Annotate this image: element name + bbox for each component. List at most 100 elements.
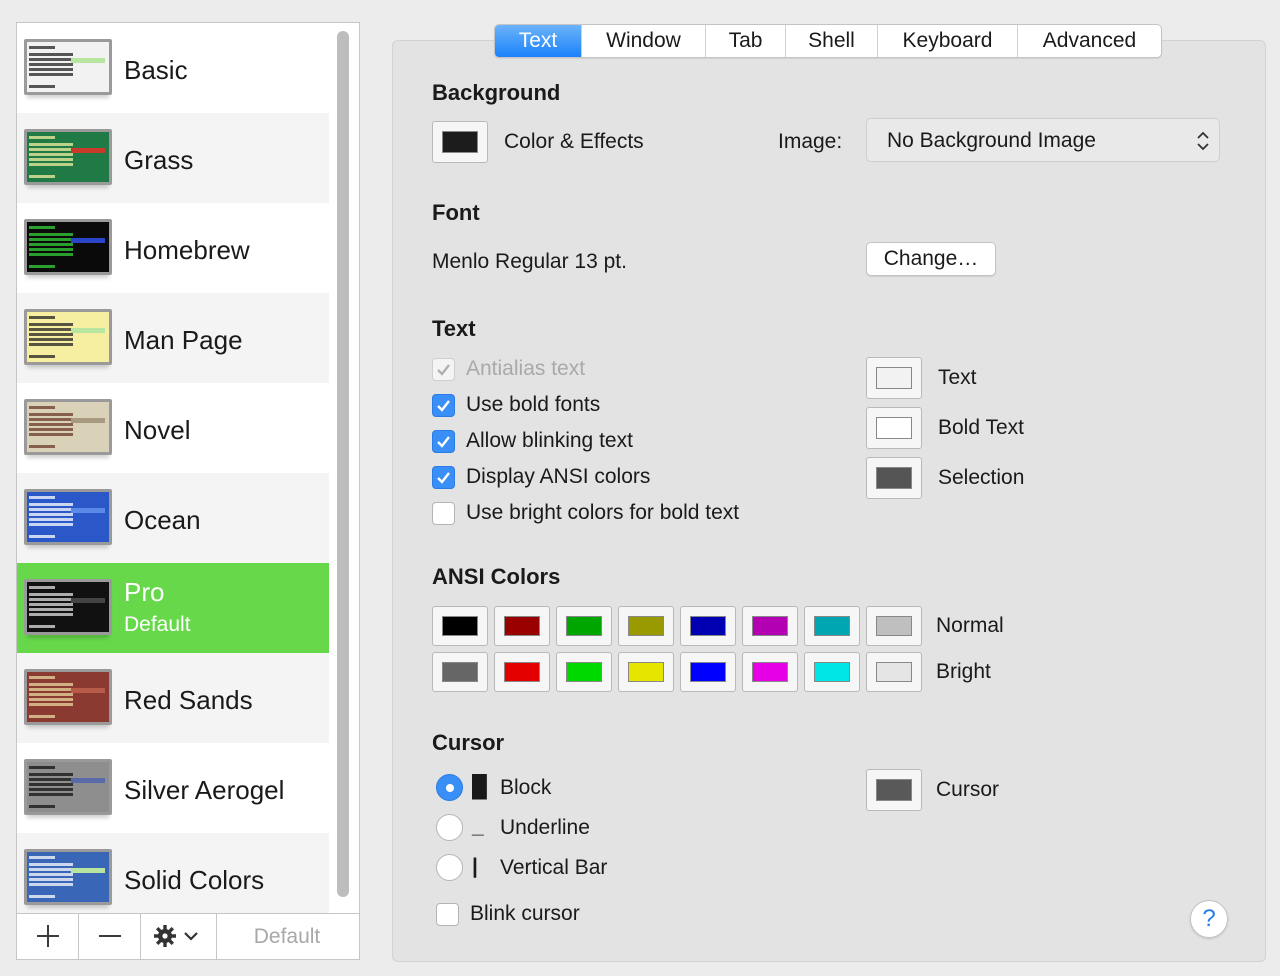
ansi-color-swatch [628, 662, 664, 682]
profile-thumbnail [24, 579, 112, 635]
profile-item[interactable]: Grass [17, 113, 329, 203]
ansi-color-swatch [876, 662, 912, 682]
ansi-bright-color-well[interactable] [618, 652, 674, 692]
ansi-bright-color-well[interactable] [866, 652, 922, 692]
sidebar-toolbar: Default [17, 913, 359, 959]
cursor-glyph-icon: █ [472, 775, 487, 798]
tab-shell[interactable]: Shell [785, 25, 877, 57]
text-option-label: Display ANSI colors [466, 465, 651, 488]
profile-item[interactable]: Man Page [17, 293, 329, 383]
ansi-normal-color-well[interactable] [804, 606, 860, 646]
ansi-color-swatch [566, 662, 602, 682]
blink-cursor-checkbox[interactable] [436, 903, 459, 926]
profile-item[interactable]: Homebrew [17, 203, 329, 293]
ansi-section-title: ANSI Colors [432, 564, 561, 589]
ansi-normal-color-well[interactable] [866, 606, 922, 646]
tab-window[interactable]: Window [581, 25, 705, 57]
add-profile-button[interactable] [17, 914, 79, 959]
scrollbar[interactable] [337, 31, 349, 897]
ansi-color-swatch [628, 616, 664, 636]
profile-sidebar: Basic Grass Homebrew Man Page Novel Ocean Pro D… [16, 22, 360, 960]
cursor-glyph-icon: | [472, 855, 478, 878]
text-color-well[interactable] [866, 457, 922, 499]
set-default-button[interactable]: Default [217, 914, 357, 959]
color-effects-label: Color & Effects [504, 130, 644, 153]
settings-tabs: Text Window Tab Shell Keyboard Advanced [494, 24, 1162, 58]
ansi-normal-color-well[interactable] [742, 606, 798, 646]
profile-item[interactable]: Solid Colors [17, 833, 329, 913]
ansi-normal-color-well[interactable] [618, 606, 674, 646]
text-option-checkbox[interactable] [432, 394, 455, 417]
ansi-bright-color-well[interactable] [804, 652, 860, 692]
ansi-bright-color-well[interactable] [680, 652, 736, 692]
blink-cursor-label: Blink cursor [470, 902, 580, 925]
cursor-style-radio[interactable] [436, 854, 463, 881]
cursor-color-label: Cursor [936, 778, 1000, 801]
ansi-normal-color-well[interactable] [494, 606, 550, 646]
text-section-title: Text [432, 316, 476, 341]
tab-tab[interactable]: Tab [705, 25, 785, 57]
text-option-checkbox[interactable] [432, 466, 455, 489]
profile-name: Novel [124, 415, 191, 445]
text-option-checkbox[interactable] [432, 430, 455, 453]
text-color-well[interactable] [866, 357, 922, 399]
ansi-bright-label: Bright [936, 660, 991, 683]
ansi-color-swatch [752, 616, 788, 636]
change-font-button[interactable]: Change… [866, 242, 996, 276]
profile-item[interactable]: Basic [17, 23, 329, 113]
text-color-label: Text [938, 366, 977, 389]
ansi-color-swatch [504, 616, 540, 636]
ansi-bright-color-well[interactable] [494, 652, 550, 692]
background-image-popup[interactable]: No Background Image [866, 118, 1220, 162]
profile-thumbnail [24, 39, 112, 95]
profile-actions-menu[interactable] [141, 914, 217, 959]
ansi-color-swatch [814, 616, 850, 636]
cursor-color-well[interactable] [866, 769, 922, 811]
cursor-style-radio[interactable] [436, 774, 463, 801]
profile-default-subtitle: Default [124, 613, 191, 636]
cursor-glyph-icon: _ [472, 815, 484, 838]
tab-advanced[interactable]: Advanced [1017, 25, 1161, 57]
text-color-label: Selection [938, 466, 1025, 489]
profile-item[interactable]: Pro Default [17, 563, 329, 653]
tab-text[interactable]: Text [495, 25, 581, 57]
ansi-bright-color-well[interactable] [742, 652, 798, 692]
tab-keyboard[interactable]: Keyboard [877, 25, 1017, 57]
ansi-normal-color-well[interactable] [432, 606, 488, 646]
help-button[interactable]: ? [1190, 900, 1228, 938]
profile-item[interactable]: Silver Aerogel [17, 743, 329, 833]
ansi-normal-color-well[interactable] [680, 606, 736, 646]
cursor-style-radio[interactable] [436, 814, 463, 841]
profile-name: Basic [124, 55, 188, 85]
cursor-color-swatch [876, 779, 912, 801]
text-option-label: Allow blinking text [466, 429, 633, 452]
background-color-swatch [442, 131, 478, 153]
text-color-well[interactable] [866, 407, 922, 449]
image-label: Image: [778, 130, 843, 153]
profile-item[interactable]: Novel [17, 383, 329, 473]
background-color-well[interactable] [432, 121, 488, 163]
background-section-title: Background [432, 80, 561, 105]
text-option-label: Antialias text [466, 357, 586, 380]
plus-icon [36, 925, 59, 947]
text-option-checkbox[interactable] [432, 502, 455, 525]
cursor-style-label: Vertical Bar [500, 856, 608, 879]
ansi-bright-color-well[interactable] [556, 652, 612, 692]
ansi-normal-color-well[interactable] [556, 606, 612, 646]
remove-profile-button[interactable] [79, 914, 141, 959]
cursor-style-label: Underline [500, 816, 590, 839]
text-color-label: Bold Text [938, 416, 1024, 439]
profile-list: Basic Grass Homebrew Man Page Novel Ocean Pro D… [17, 23, 329, 913]
text-color-swatch [876, 367, 912, 389]
ansi-bright-color-well[interactable] [432, 652, 488, 692]
background-image-value: No Background Image [887, 129, 1096, 152]
profile-item[interactable]: Ocean [17, 473, 329, 563]
profile-name: Grass [124, 145, 194, 175]
profile-name: Solid Colors [124, 865, 265, 895]
font-value: Menlo Regular 13 pt. [432, 250, 627, 273]
profile-item[interactable]: Red Sands [17, 653, 329, 743]
text-color-swatch [876, 467, 912, 489]
text-color-swatch [876, 417, 912, 439]
ansi-color-swatch [690, 662, 726, 682]
profile-thumbnail [24, 219, 112, 275]
